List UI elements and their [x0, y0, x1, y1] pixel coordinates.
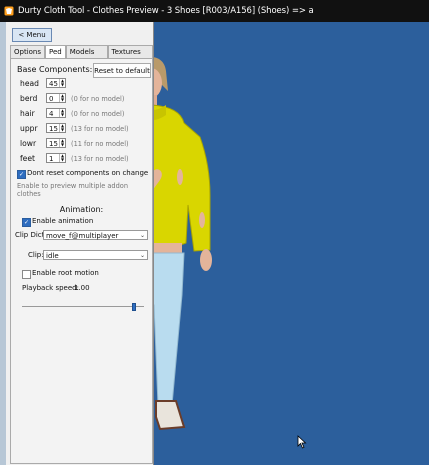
lowr-value: 15: [49, 140, 58, 148]
hair-spinner[interactable]: 4 ▲ ▼: [46, 108, 66, 118]
clip-value: idle: [46, 252, 59, 260]
component-label-uppr: uppr: [20, 124, 38, 133]
tab-options[interactable]: Options: [10, 45, 46, 58]
spinner-arrows-icon[interactable]: ▲ ▼: [59, 109, 65, 117]
spinner-arrows-icon[interactable]: ▲ ▼: [59, 124, 65, 132]
title-bar: Durty Cloth Tool - Clothes Preview - 3 S…: [0, 0, 429, 22]
clip-dict-select[interactable]: move_f@multiplayer ⌄: [43, 230, 148, 240]
base-components-heading: Base Components:: [17, 65, 93, 74]
playback-speed-value: 1.00: [74, 284, 90, 292]
chevron-down-icon: ⌄: [139, 232, 145, 239]
ped-tab-content: Base Components: Reset to default head 4…: [10, 58, 153, 464]
enable-animation-checkbox[interactable]: ✓: [22, 218, 31, 227]
menu-button[interactable]: < Menu: [12, 28, 52, 42]
enable-root-motion-checkbox[interactable]: [22, 270, 31, 279]
enable-root-motion-label: Enable root motion: [32, 269, 99, 277]
enable-animation-label: Enable animation: [32, 217, 94, 225]
tab-bar: Options Ped Models data Textures data: [10, 45, 153, 68]
reset-to-default-button[interactable]: Reset to default: [93, 63, 151, 78]
playback-speed-label: Playback speed:: [22, 284, 79, 292]
head-value: 45: [49, 80, 58, 88]
berd-spinner[interactable]: 0 ▲ ▼: [46, 93, 66, 103]
component-label-lowr: lowr: [20, 139, 37, 148]
dont-reset-label: Dont reset components on change: [27, 169, 149, 177]
lowr-hint: (11 for no model): [71, 140, 129, 148]
animation-heading: Animation:: [59, 205, 104, 214]
cursor-icon: [297, 435, 307, 449]
clip-dict-label: Clip Dict:: [15, 231, 47, 239]
dont-reset-checkbox[interactable]: ✓: [17, 170, 26, 179]
feet-hint: (13 for no model): [71, 155, 129, 163]
hair-hint: (0 for no model): [71, 110, 125, 118]
clip-label: Clip:: [28, 251, 44, 259]
spinner-arrows-icon[interactable]: ▲ ▼: [59, 154, 65, 162]
enable-preview-hint: Enable to preview multiple addon clothes: [17, 182, 129, 198]
slider-thumb[interactable]: [132, 303, 136, 311]
window-title: Durty Cloth Tool - Clothes Preview - 3 S…: [18, 6, 314, 16]
clip-select[interactable]: idle ⌄: [43, 250, 148, 260]
side-panel: < Menu Options Ped Models data Textures …: [6, 22, 154, 465]
component-label-head: head: [20, 79, 39, 88]
uppr-hint: (13 for no model): [71, 125, 129, 133]
uppr-spinner[interactable]: 15 ▲ ▼: [46, 123, 66, 133]
spinner-arrows-icon[interactable]: ▲ ▼: [59, 79, 65, 87]
chevron-down-icon: ⌄: [139, 252, 145, 259]
berd-hint: (0 for no model): [71, 95, 125, 103]
clip-dict-value: move_f@multiplayer: [46, 232, 119, 240]
spinner-arrows-icon[interactable]: ▲ ▼: [59, 139, 65, 147]
uppr-value: 15: [49, 125, 58, 133]
hair-value: 4: [49, 110, 54, 118]
component-label-berd: berd: [20, 94, 38, 103]
spinner-arrows-icon[interactable]: ▲ ▼: [59, 94, 65, 102]
component-label-hair: hair: [20, 109, 35, 118]
feet-spinner[interactable]: 1 ▲ ▼: [46, 153, 66, 163]
feet-value: 1: [49, 155, 54, 163]
head-spinner[interactable]: 45 ▲ ▼: [46, 78, 66, 88]
tab-textures-data[interactable]: Textures data: [107, 45, 153, 68]
playback-speed-slider[interactable]: [22, 303, 144, 311]
component-label-feet: feet: [20, 154, 35, 163]
lowr-spinner[interactable]: 15 ▲ ▼: [46, 138, 66, 148]
slider-track: [22, 306, 144, 307]
app-icon: [4, 6, 14, 16]
tab-models-data[interactable]: Models data: [65, 45, 108, 68]
berd-value: 0: [49, 95, 54, 103]
